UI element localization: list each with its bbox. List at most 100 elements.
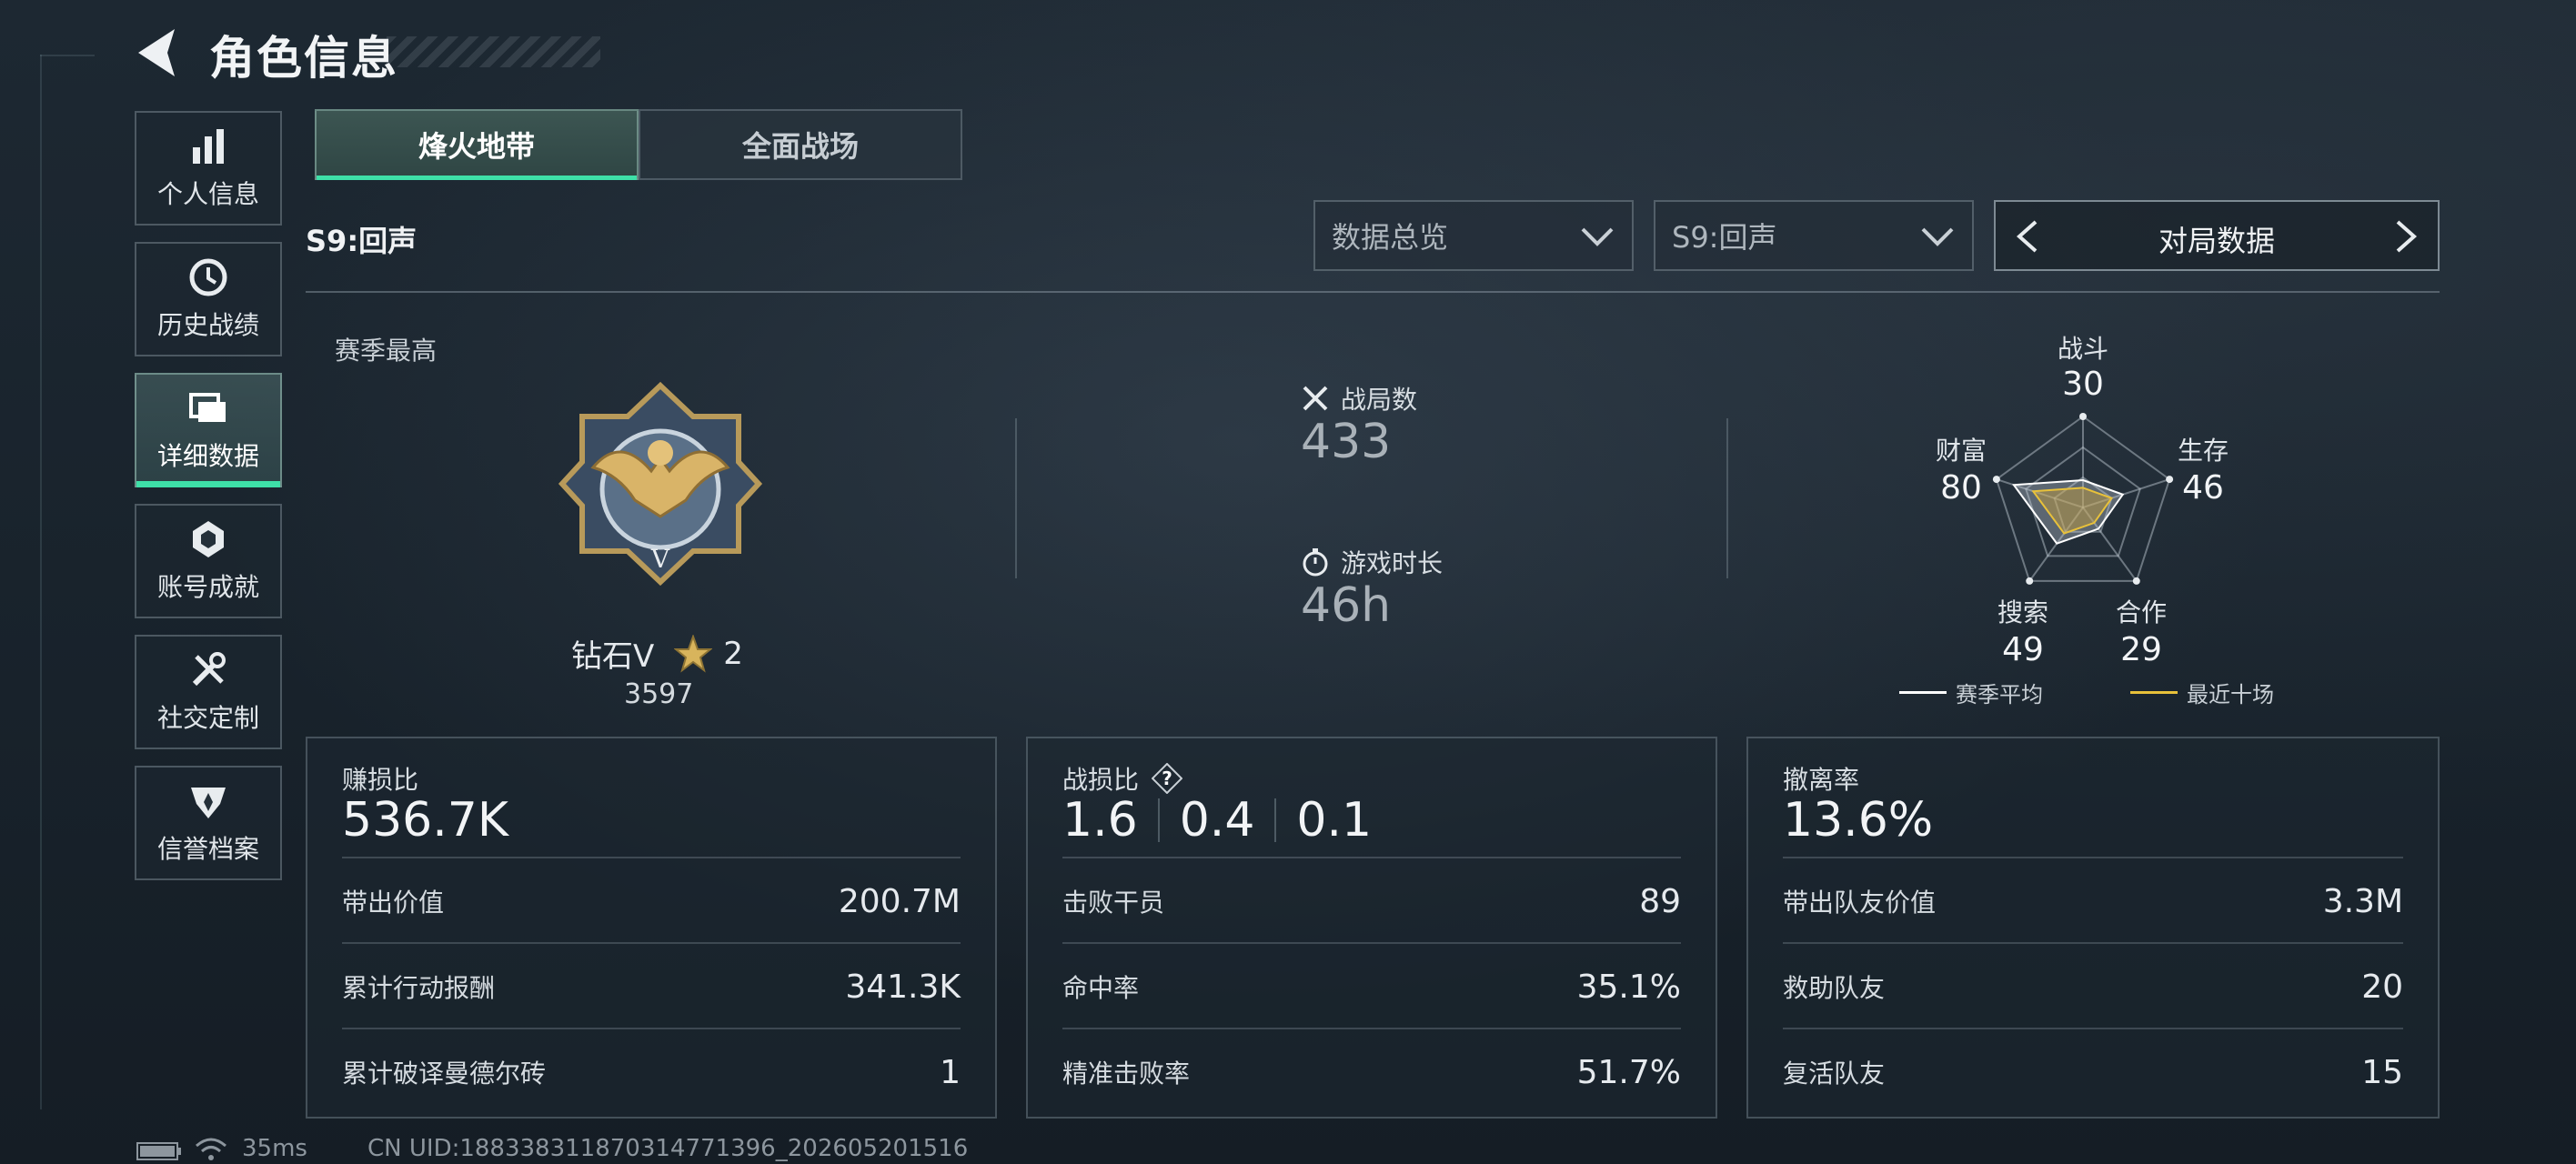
playtime-value: 46h [1301,578,1392,633]
radar-value-wealth: 80 [1940,469,1982,507]
stat-row-value: 51.7% [1576,1053,1681,1091]
rank-stars: 2 [723,635,743,672]
matches-label-group: 战局数 [1301,380,1417,416]
radar-axis-dot [2079,413,2087,420]
frame-line [40,55,95,56]
stat-row: 击败干员 89 [1062,857,1681,944]
tab-full-battlefield[interactable]: 全面战场 [639,109,962,180]
stat-row-label: 救助队友 [1783,973,1886,1003]
clock-icon [189,258,227,296]
stat-row-value: 200.7M [838,882,961,920]
stat-row-value: 89 [1639,882,1681,920]
radar-label-teamwork: 合作 [2116,597,2168,627]
rank-info: 钻石V 2 [571,631,743,676]
rank-badge-icon: V [558,381,763,587]
back-arrow-icon[interactable] [135,27,180,78]
kd-value: 1.6 [1062,793,1138,848]
sidebar-item-reputation[interactable]: 信誉档案 [135,766,282,880]
panel-title: 战损比 [1062,765,1140,795]
chevron-down-icon [1581,227,1614,246]
sidebar-item-label: 个人信息 [156,179,259,209]
kd-separator [1274,798,1277,842]
season-best-label: 赛季最高 [335,336,438,366]
kd-values: 1.6 0.4 0.1 [1062,793,1372,848]
stat-row-label: 带出价值 [342,888,445,918]
sidebar-item-achievements[interactable]: 账号成就 [135,504,282,618]
tab-hazard-zone[interactable]: 烽火地带 [315,109,639,180]
legend-label: 赛季平均 [1956,682,2043,707]
wifi-icon [196,1138,226,1160]
legend-label: 最近十场 [2187,682,2274,707]
radar-value-survival: 46 [2182,469,2224,507]
page-title: 角色信息 [209,32,398,85]
chevron-down-icon [1921,227,1954,246]
radar-label-search: 搜索 [1997,597,2049,627]
sidebar-item-label: 账号成就 [156,572,259,602]
playtime-label-group: 游戏时长 [1301,544,1443,580]
radar-label-survival: 生存 [2178,436,2229,466]
rank-points: 3597 [624,678,694,710]
stat-row: 救助队友 20 [1783,942,2403,1029]
sidebar-item-personal-info[interactable]: 个人信息 [135,111,282,226]
stat-row-label: 带出队友价值 [1783,888,1937,918]
profit-panel: 赚损比 536.7K 带出价值 200.7M 累计行动报酬 341.3K 累计破… [306,737,997,1119]
radar-axis-dot [1992,476,2000,484]
sidebar-item-detailed-data[interactable]: 详细数据 [135,373,282,487]
frame-line [40,55,42,1109]
sidebar-item-label: 信誉档案 [156,834,259,864]
chevron-right-icon[interactable] [2392,218,2420,255]
stat-row-value: 35.1% [1576,968,1681,1006]
achievement-icon [193,521,224,557]
radar-axis-dot [2166,476,2174,484]
sidebar-item-label: 社交定制 [156,703,259,733]
sidebar-item-label: 详细数据 [156,441,259,471]
panel-title-group: 战损比 ? [1062,760,1183,797]
help-icon[interactable]: ? [1152,763,1183,794]
extraction-rate-value: 13.6% [1783,793,1934,848]
star-icon [674,634,713,673]
kd-separator [1157,798,1160,842]
kd-value: 0.1 [1296,793,1373,848]
shield-icon [191,788,226,818]
stat-row-value: 3.3M [2322,882,2403,920]
stat-row-label: 累计破译曼德尔砖 [342,1059,547,1089]
stat-row: 命中率 35.1% [1062,942,1681,1029]
dropdown-value: S9:回声 [1672,220,1777,255]
legend-swatch [2130,691,2178,694]
sidebar-item-social[interactable]: 社交定制 [135,635,282,749]
svg-text:?: ? [1162,768,1172,789]
radar-value-search: 49 [2002,631,2044,668]
svg-text:V: V [650,544,670,574]
stat-row-value: 15 [2361,1053,2403,1091]
ping-value: 35ms [242,1135,307,1162]
vertical-divider [1726,418,1728,578]
stat-row-label: 击败干员 [1062,888,1165,918]
radar-axis-dot [2132,577,2140,585]
combat-panel: 战损比 ? 1.6 0.4 0.1 击败干员 89 命中率 35.1% 精准击败… [1026,737,1717,1119]
rank-name: 钻石V [571,638,655,675]
section-divider [306,291,2440,293]
legend-recent-ten: 最近十场 [2130,677,2274,708]
season-dropdown[interactable]: S9:回声 [1654,200,1974,271]
season-label: S9:回声 [306,224,418,258]
sidebar-item-history[interactable]: 历史战绩 [135,242,282,356]
legend-season-average: 赛季平均 [1899,677,2043,708]
stat-row: 复活队友 15 [1783,1028,2403,1115]
panel-title: 赚损比 [342,765,419,795]
stat-row-value: 20 [2361,968,2403,1006]
kd-value: 0.4 [1179,793,1255,848]
ability-radar-chart [1992,413,2174,585]
sidebar-item-label: 历史战绩 [156,310,259,340]
data-type-dropdown[interactable]: 数据总览 [1313,200,1634,271]
cards-icon [189,393,226,422]
legend-swatch [1899,691,1947,694]
stat-row-label: 复活队友 [1783,1059,1886,1089]
tools-icon [192,652,226,687]
stat-row: 累计行动报酬 341.3K [342,942,961,1029]
stat-row: 精准击败率 51.7% [1062,1028,1681,1115]
radar-label-combat: 战斗 [2058,334,2109,364]
battery-icon [136,1142,181,1160]
radar-label-wealth: 财富 [1936,436,1987,466]
stat-row-label: 命中率 [1062,973,1140,1003]
vertical-divider [1015,418,1017,578]
